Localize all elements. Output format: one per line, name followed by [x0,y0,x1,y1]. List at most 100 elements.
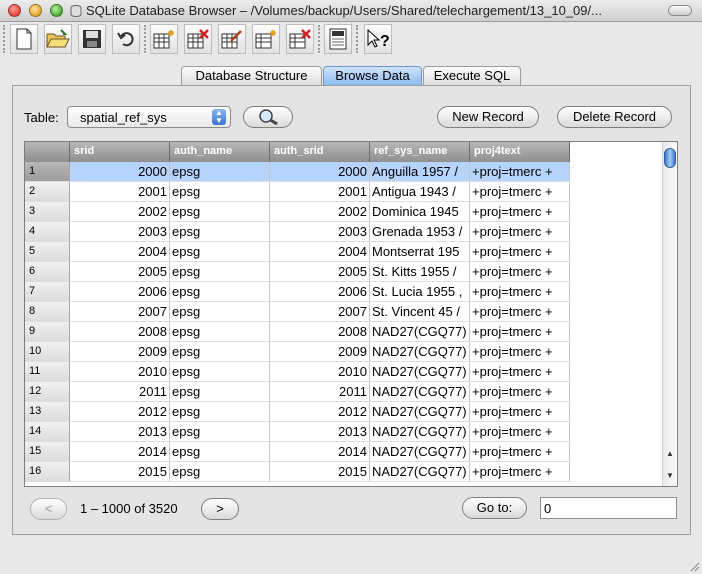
goto-button[interactable]: Go to: [462,497,527,519]
cell-ref-sys-name[interactable]: Antigua 1943 / [370,182,470,202]
cell-ref-sys-name[interactable]: NAD27(CGQ77) [370,402,470,422]
cell-auth-srid[interactable]: 2010 [270,362,370,382]
row-number[interactable]: 6 [25,262,70,282]
scroll-down-arrow-icon[interactable]: ▼ [663,470,677,482]
sql-log-button[interactable] [324,24,352,54]
cell-ref-sys-name[interactable]: St. Vincent 45 / [370,302,470,322]
zoom-window-button[interactable] [50,4,63,17]
cell-auth-name[interactable]: epsg [170,362,270,382]
cell-proj4text[interactable]: +proj=tmerc + [470,202,570,222]
create-table-button[interactable] [150,24,178,54]
grid-vertical-scrollbar[interactable]: ▲ ▼ [662,142,677,486]
table-row[interactable]: 10 2009 epsg 2009 NAD27(CGQ77) +proj=tme… [25,342,570,362]
scrollbar-thumb[interactable] [664,148,676,168]
tab-database-structure[interactable]: Database Structure [181,66,322,86]
cell-srid[interactable]: 2011 [70,382,170,402]
cell-proj4text[interactable]: +proj=tmerc + [470,322,570,342]
cell-ref-sys-name[interactable]: NAD27(CGQ77) [370,382,470,402]
table-row[interactable]: 13 2012 epsg 2012 NAD27(CGQ77) +proj=tme… [25,402,570,422]
row-number[interactable]: 5 [25,242,70,262]
column-header-srid[interactable]: srid [70,142,170,162]
cell-auth-srid[interactable]: 2007 [270,302,370,322]
cell-ref-sys-name[interactable]: NAD27(CGQ77) [370,462,470,482]
cell-srid[interactable]: 2002 [70,202,170,222]
cell-auth-name[interactable]: epsg [170,262,270,282]
cell-srid[interactable]: 2013 [70,422,170,442]
cell-auth-name[interactable]: epsg [170,202,270,222]
cell-auth-name[interactable]: epsg [170,342,270,362]
row-number[interactable]: 14 [25,422,70,442]
cell-auth-name[interactable]: epsg [170,222,270,242]
cell-srid[interactable]: 2001 [70,182,170,202]
cell-auth-name[interactable]: epsg [170,462,270,482]
cell-auth-srid[interactable]: 2005 [270,262,370,282]
save-database-button[interactable] [78,24,106,54]
search-button[interactable] [243,106,293,128]
cell-srid[interactable]: 2009 [70,342,170,362]
cell-proj4text[interactable]: +proj=tmerc + [470,382,570,402]
row-number[interactable]: 16 [25,462,70,482]
cell-srid[interactable]: 2005 [70,262,170,282]
cell-ref-sys-name[interactable]: Grenada 1953 / [370,222,470,242]
table-row[interactable]: 7 2006 epsg 2006 St. Lucia 1955 , +proj=… [25,282,570,302]
table-row[interactable]: 5 2004 epsg 2004 Montserrat 195 +proj=tm… [25,242,570,262]
table-select[interactable]: spatial_ref_sys ▲ ▼ [67,106,231,128]
cell-proj4text[interactable]: +proj=tmerc + [470,342,570,362]
cell-ref-sys-name[interactable]: NAD27(CGQ77) [370,362,470,382]
table-row[interactable]: 4 2003 epsg 2003 Grenada 1953 / +proj=tm… [25,222,570,242]
cell-auth-srid[interactable]: 2008 [270,322,370,342]
new-database-button[interactable] [10,24,38,54]
row-number[interactable]: 12 [25,382,70,402]
tab-browse-data[interactable]: Browse Data [323,66,422,86]
table-row[interactable]: 14 2013 epsg 2013 NAD27(CGQ77) +proj=tme… [25,422,570,442]
window-resize-grip-icon[interactable] [688,560,700,572]
table-row[interactable]: 2 2001 epsg 2001 Antigua 1943 / +proj=tm… [25,182,570,202]
row-number[interactable]: 8 [25,302,70,322]
cell-ref-sys-name[interactable]: Anguilla 1957 / [370,162,470,182]
cell-proj4text[interactable]: +proj=tmerc + [470,222,570,242]
column-header-proj4text[interactable]: proj4text [470,142,570,162]
cell-ref-sys-name[interactable]: NAD27(CGQ77) [370,342,470,362]
whats-this-button[interactable]: ? [364,24,392,54]
cell-auth-srid[interactable]: 2002 [270,202,370,222]
row-number[interactable]: 1 [25,162,70,182]
column-header-ref-sys-name[interactable]: ref_sys_name [370,142,470,162]
modify-table-button[interactable] [218,24,246,54]
row-number[interactable]: 2 [25,182,70,202]
cell-proj4text[interactable]: +proj=tmerc + [470,422,570,442]
toolbar-toggle-button[interactable] [668,5,692,16]
previous-page-button[interactable]: < [30,498,67,520]
cell-proj4text[interactable]: +proj=tmerc + [470,242,570,262]
row-number[interactable]: 9 [25,322,70,342]
cell-auth-srid[interactable]: 2009 [270,342,370,362]
cell-srid[interactable]: 2015 [70,462,170,482]
column-header-auth-srid[interactable]: auth_srid [270,142,370,162]
cell-auth-name[interactable]: epsg [170,182,270,202]
table-row[interactable]: 16 2015 epsg 2015 NAD27(CGQ77) +proj=tme… [25,462,570,482]
cell-auth-srid[interactable]: 2000 [270,162,370,182]
table-row[interactable]: 1 2000 epsg 2000 Anguilla 1957 / +proj=t… [25,162,570,182]
cell-auth-name[interactable]: epsg [170,322,270,342]
cell-ref-sys-name[interactable]: Dominica 1945 [370,202,470,222]
cell-proj4text[interactable]: +proj=tmerc + [470,262,570,282]
table-row[interactable]: 9 2008 epsg 2008 NAD27(CGQ77) +proj=tmer… [25,322,570,342]
cell-auth-srid[interactable]: 2004 [270,242,370,262]
cell-srid[interactable]: 2008 [70,322,170,342]
minimize-window-button[interactable] [29,4,42,17]
row-number[interactable]: 13 [25,402,70,422]
cell-proj4text[interactable]: +proj=tmerc + [470,402,570,422]
new-record-button[interactable]: New Record [437,106,539,128]
row-number[interactable]: 7 [25,282,70,302]
cell-auth-name[interactable]: epsg [170,422,270,442]
cell-srid[interactable]: 2007 [70,302,170,322]
cell-auth-srid[interactable]: 2015 [270,462,370,482]
cell-proj4text[interactable]: +proj=tmerc + [470,442,570,462]
cell-auth-name[interactable]: epsg [170,382,270,402]
cell-srid[interactable]: 2012 [70,402,170,422]
cell-ref-sys-name[interactable]: Montserrat 195 [370,242,470,262]
goto-input[interactable] [540,497,677,519]
delete-index-button[interactable] [286,24,314,54]
cell-proj4text[interactable]: +proj=tmerc + [470,362,570,382]
table-row[interactable]: 11 2010 epsg 2010 NAD27(CGQ77) +proj=tme… [25,362,570,382]
cell-srid[interactable]: 2003 [70,222,170,242]
